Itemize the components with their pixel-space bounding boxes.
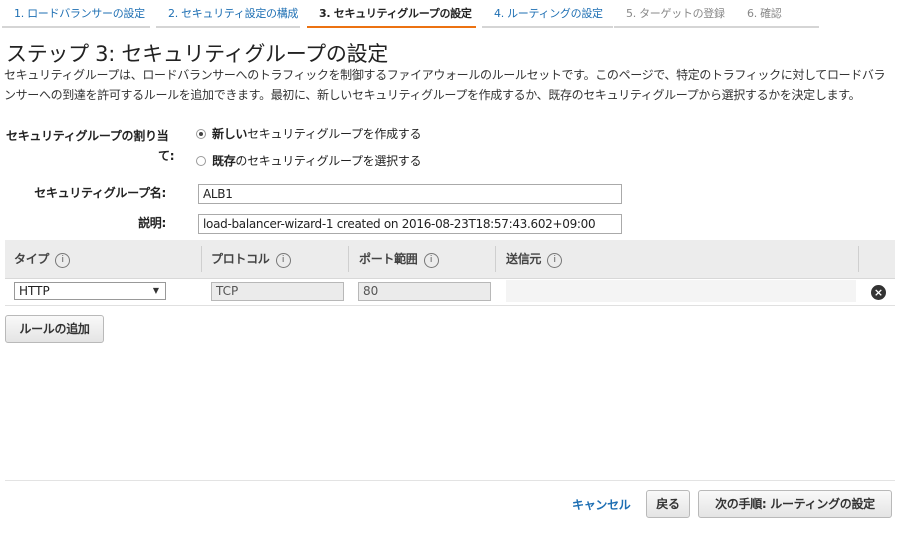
- header-type-label: タイプ: [14, 252, 50, 266]
- security-group-name-label: セキュリティグループ名:: [34, 186, 166, 200]
- radio-new-text: セキュリティグループを作成する: [247, 127, 422, 141]
- page-description: セキュリティグループは、ロードバランサーへのトラフィックを制御するファイアウォー…: [4, 68, 886, 102]
- radio-button-unchecked[interactable]: [196, 156, 206, 166]
- security-group-name-input[interactable]: [198, 184, 622, 204]
- remove-rule-icon[interactable]: ×: [871, 285, 886, 300]
- header-port-range-label: ポート範囲: [359, 252, 418, 266]
- chevron-down-icon: ▼: [152, 286, 159, 295]
- column-divider: [495, 246, 496, 272]
- wizard-steps: 1. ロードバランサーの設定 2. セキュリティ設定の構成 3. セキュリティグ…: [0, 0, 900, 30]
- radio-existing-text: のセキュリティグループを選択する: [235, 154, 422, 168]
- info-icon[interactable]: i: [275, 253, 291, 268]
- info-icon[interactable]: i: [55, 253, 71, 268]
- back-button[interactable]: 戻る: [646, 490, 690, 518]
- column-divider: [858, 246, 859, 272]
- next-routing-button[interactable]: 次の手順: ルーティングの設定: [698, 490, 892, 518]
- info-icon[interactable]: i: [423, 253, 439, 268]
- header-source-label: 送信元: [506, 252, 542, 266]
- rule-type-select[interactable]: HTTP ▼: [14, 282, 166, 300]
- rules-table-header: タイプ i プロトコル i ポート範囲 i 送信元 i: [5, 240, 895, 279]
- footer-divider: [5, 480, 895, 481]
- assign-security-group-label: セキュリティグループの割り当 て:: [6, 126, 178, 166]
- protocol-field: TCP: [211, 282, 344, 301]
- description-label: 説明:: [138, 216, 166, 230]
- header-protocol-label: プロトコル: [211, 252, 270, 266]
- source-field-redacted[interactable]: [506, 280, 856, 302]
- step-2-security-settings[interactable]: 2. セキュリティ設定の構成: [156, 0, 300, 28]
- description-input[interactable]: [198, 214, 622, 234]
- radio-select-existing[interactable]: 既存のセキュリティグループを選択する: [196, 151, 421, 171]
- header-protocol: プロトコル i: [211, 240, 291, 278]
- page-title: ステップ 3: セキュリティグループの設定: [6, 42, 388, 66]
- step-1-load-balancer[interactable]: 1. ロードバランサーの設定: [2, 0, 150, 28]
- column-divider: [348, 246, 349, 272]
- header-type: タイプ i: [14, 240, 71, 278]
- column-divider: [201, 246, 202, 272]
- assign-label-line1: セキュリティグループの割り当: [6, 129, 169, 143]
- rule-type-value: HTTP: [19, 284, 50, 298]
- port-range-field: 80: [358, 282, 491, 301]
- radio-create-new[interactable]: 新しいセキュリティグループを作成する: [196, 124, 421, 144]
- add-rule-button[interactable]: ルールの追加: [5, 315, 104, 343]
- step-4-routing[interactable]: 4. ルーティングの設定: [482, 0, 613, 28]
- cancel-link[interactable]: キャンセル: [572, 496, 631, 514]
- radio-existing-bold: 既存: [212, 154, 236, 168]
- step-6-review: 6. 確認: [735, 0, 819, 28]
- table-row: HTTP ▼ TCP 80 ×: [5, 279, 895, 306]
- radio-button-checked[interactable]: [196, 129, 206, 139]
- info-icon[interactable]: i: [547, 253, 563, 268]
- step-3-security-groups: 3. セキュリティグループの設定: [307, 0, 476, 28]
- radio-new-bold: 新しい: [212, 127, 248, 141]
- step-5-register-targets: 5. ターゲットの登録: [614, 0, 735, 28]
- header-source: 送信元 i: [506, 240, 563, 278]
- header-port-range: ポート範囲 i: [359, 240, 439, 278]
- assign-label-line2: て:: [158, 149, 175, 163]
